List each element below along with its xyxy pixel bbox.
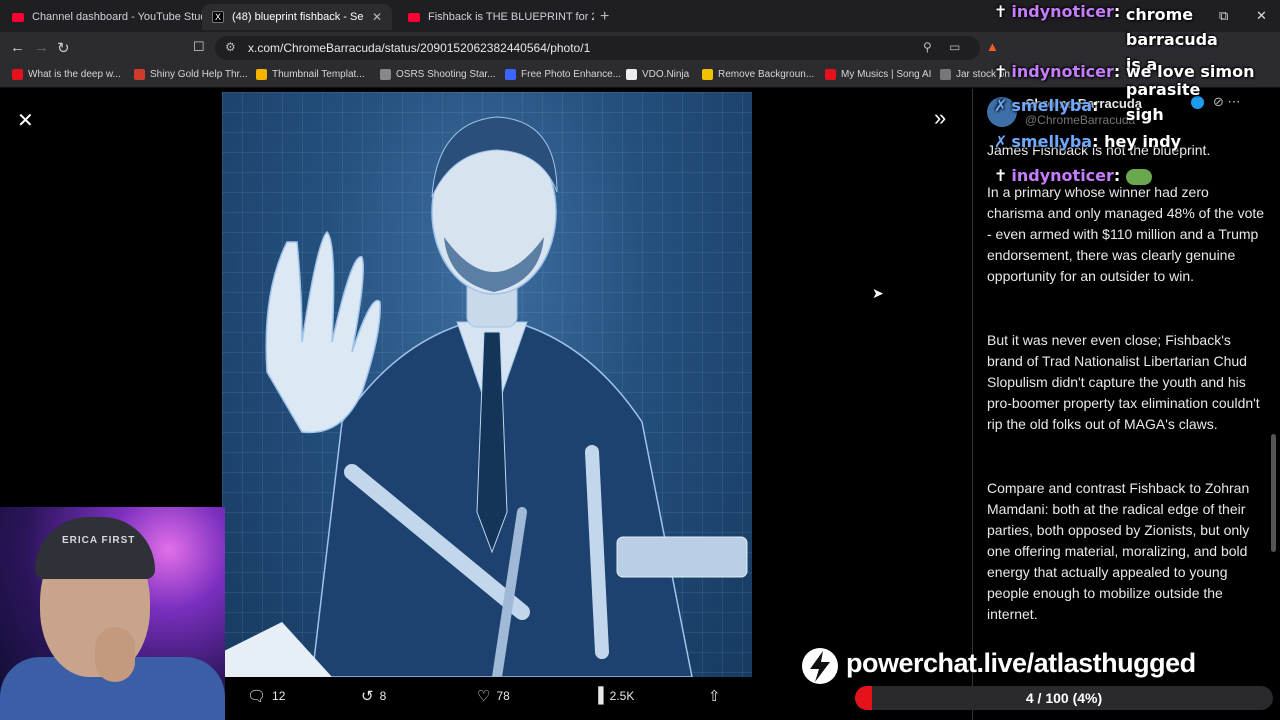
chat-text: we love simon bbox=[1125, 62, 1255, 81]
address-bar[interactable]: ⚙ x.com/ChromeBarracuda/status/209015206… bbox=[215, 36, 980, 60]
reload-button[interactable]: ↻ bbox=[57, 39, 70, 57]
cap-text: ERICA FIRST bbox=[62, 535, 136, 546]
scrollbar[interactable] bbox=[1271, 434, 1276, 552]
streamer-hand bbox=[95, 627, 135, 682]
bookmark-favicon-icon bbox=[380, 69, 391, 80]
moderator-badge-icon: ✗ bbox=[994, 96, 1008, 115]
chat-text: hey indy bbox=[1104, 132, 1182, 151]
close-tab-icon[interactable]: ✕ bbox=[364, 10, 382, 24]
bookmark-favicon-icon bbox=[702, 69, 713, 80]
zoom-icon[interactable]: ⚲ bbox=[923, 40, 932, 54]
powerchat-logo-icon bbox=[802, 648, 838, 684]
view-count: 2.5K bbox=[609, 688, 635, 703]
chat-username: smellyba bbox=[1011, 132, 1093, 151]
tweet-paragraph: Compare and contrast Fishback to Zohran … bbox=[987, 480, 1250, 622]
bookmark-item[interactable]: What is the deep w... bbox=[12, 69, 121, 80]
reply-count: 12 bbox=[272, 689, 286, 703]
bookmark-favicon-icon bbox=[134, 69, 145, 80]
tab-title: Channel dashboard - YouTube Studio bbox=[32, 11, 202, 23]
moderator-badge-icon: ✗ bbox=[994, 132, 1008, 151]
bookmark-item[interactable]: Free Photo Enhance... bbox=[505, 69, 621, 80]
tweet-paragraph: In a primary whose winner had zero chari… bbox=[987, 184, 1265, 284]
tab-youtube-studio[interactable]: Channel dashboard - YouTube Studio bbox=[2, 4, 202, 30]
chat-username: indynoticer bbox=[1011, 166, 1114, 185]
bookmark-icon[interactable]: ☐ bbox=[193, 39, 205, 55]
forward-button[interactable]: → bbox=[34, 39, 49, 56]
donation-goal-label: 4 / 100 (4%) bbox=[1025, 690, 1103, 706]
donation-goal-bar: 4 / 100 (4%) bbox=[855, 686, 1273, 710]
youtube-icon bbox=[408, 12, 420, 22]
chat-username: indynoticer bbox=[1011, 2, 1114, 21]
bookmark-favicon-icon bbox=[256, 69, 267, 80]
site-info-icon[interactable]: ⚙ bbox=[225, 40, 236, 54]
chat-username: indynoticer bbox=[1011, 62, 1114, 81]
share-icon: ⇧ bbox=[708, 688, 721, 705]
bookmark-favicon-icon bbox=[505, 69, 516, 80]
cross-badge-icon: ✝ bbox=[994, 62, 1008, 81]
bookmark-item[interactable]: OSRS Shooting Star... bbox=[380, 69, 496, 80]
chat-message: ✝ indynoticer: bbox=[994, 166, 1152, 185]
youtube-icon bbox=[12, 12, 24, 22]
pepe-emote-icon bbox=[1125, 168, 1152, 185]
x-logo-icon: X bbox=[212, 11, 224, 23]
like-button[interactable]: ♡ 78 bbox=[477, 687, 510, 705]
views-icon: ▐ bbox=[593, 687, 604, 704]
bookmark-item[interactable]: Shiny Gold Help Thr... bbox=[134, 69, 248, 80]
heart-icon: ♡ bbox=[477, 688, 491, 705]
bookmark-favicon-icon bbox=[12, 69, 23, 80]
chat-message: ✗ smellyba: hey indy bbox=[994, 132, 1182, 151]
streamer-cap bbox=[35, 517, 155, 579]
reply-icon: 🗨 bbox=[247, 688, 267, 705]
bookmark-item[interactable]: Thumbnail Templat... bbox=[256, 69, 365, 80]
url-text: x.com/ChromeBarracuda/status/20901520623… bbox=[248, 41, 591, 55]
repost-icon: ↺ bbox=[361, 688, 374, 705]
chat-username: smellyba bbox=[1011, 96, 1093, 115]
chat-message: ✝ indynoticer: we love simon bbox=[994, 62, 1255, 81]
reply-button[interactable]: 🗨 12 bbox=[247, 687, 285, 705]
powerchat-url: powerchat.live/atlasthugged bbox=[846, 648, 1196, 678]
cross-badge-icon: ✝ bbox=[994, 166, 1008, 185]
bookmark-item[interactable]: My Musics | Song AI bbox=[825, 69, 931, 80]
webcam-overlay: ERICA FIRST bbox=[0, 507, 225, 720]
bookmark-favicon-icon bbox=[626, 69, 637, 80]
tab-youtube-video[interactable]: Fishback is THE BLUEPRINT for 2028 ✕ bbox=[398, 4, 594, 30]
tab-title: (48) blueprint fishback - Search / bbox=[232, 11, 364, 23]
bookmark-item[interactable]: Remove Backgroun... bbox=[702, 69, 814, 80]
share-button[interactable]: ⇧ bbox=[708, 687, 727, 705]
tweet-paragraph: But it was never even close; Fishback's … bbox=[987, 332, 1260, 432]
bookmark-item[interactable]: VDO.Ninja bbox=[626, 69, 689, 80]
back-button[interactable]: ← bbox=[10, 39, 25, 56]
like-count: 78 bbox=[496, 689, 510, 703]
mouse-cursor-icon: ➤ bbox=[872, 285, 884, 301]
repost-count: 8 bbox=[379, 689, 387, 703]
tweet-photo[interactable] bbox=[222, 92, 752, 677]
repost-button[interactable]: ↺ 8 bbox=[361, 687, 386, 705]
new-tab-button[interactable]: + bbox=[600, 8, 609, 26]
expand-sidebar-icon[interactable]: » bbox=[934, 105, 946, 131]
chat-message: ✗ smellyba: bbox=[994, 96, 1099, 115]
bookmark-favicon-icon bbox=[940, 69, 951, 80]
blueprint-illustration bbox=[222, 116, 748, 677]
tab-title: Fishback is THE BLUEPRINT for 2028 bbox=[428, 11, 594, 23]
bookmark-favicon-icon bbox=[825, 69, 836, 80]
cross-badge-icon: ✝ bbox=[994, 2, 1008, 21]
views-button[interactable]: ▐ 2.5K bbox=[593, 687, 634, 704]
tab-x-search[interactable]: X (48) blueprint fishback - Search / ✕ bbox=[202, 4, 392, 30]
cast-icon[interactable]: ▭ bbox=[949, 40, 960, 54]
close-icon[interactable]: ✕ bbox=[17, 108, 34, 133]
close-window-icon[interactable]: ✕ bbox=[1256, 8, 1267, 24]
